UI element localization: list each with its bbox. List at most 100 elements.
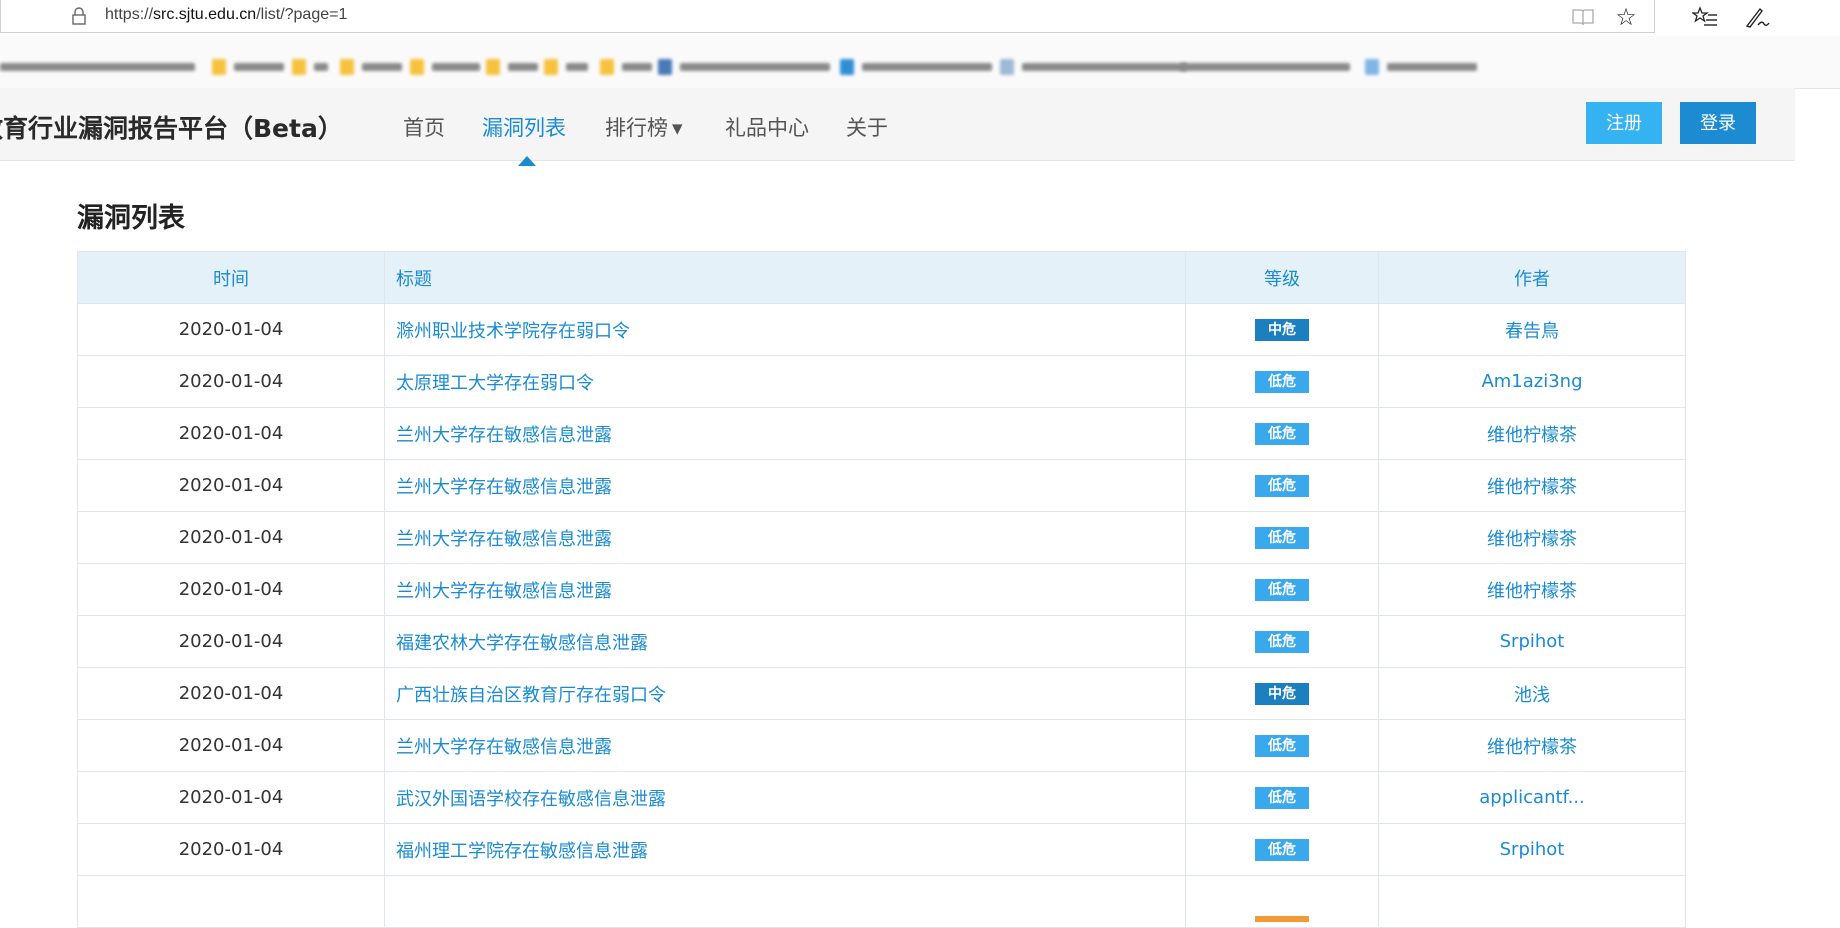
row-author-link[interactable]: Srpihot [1378,615,1686,668]
favorite-item[interactable] [340,58,402,76]
pen-icon[interactable] [1740,2,1774,32]
row-time: 2020-01-04 [77,511,385,564]
favorite-item[interactable] [1365,58,1477,76]
favorite-item[interactable] [0,58,195,76]
favorite-item[interactable] [840,58,992,76]
row-author-link[interactable]: 春告鳥 [1378,303,1686,356]
nav-vuln-list[interactable]: 漏洞列表 [482,112,566,142]
row-time: 2020-01-04 [77,719,385,772]
table-row: 2020-01-04 兰州大学存在敏感信息泄露 低危 维他柠檬茶 [77,511,1686,564]
row-author-link[interactable] [1378,875,1686,928]
table-row: 2020-01-04 兰州大学存在敏感信息泄露 低危 维他柠檬茶 [77,407,1686,460]
row-author-link[interactable]: 维他柠檬茶 [1378,459,1686,512]
site-brand[interactable]: 教育行业漏洞报告平台（Beta） [0,109,343,145]
severity-badge: 低危 [1255,631,1309,653]
nav-gift-center[interactable]: 礼品中心 [725,112,809,142]
row-author-link[interactable]: applicantf... [1378,771,1686,824]
table-row: 2020-01-04 武汉外国语学校存在敏感信息泄露 低危 applicantf... [77,771,1686,824]
severity-badge: 低危 [1255,787,1309,809]
severity-badge: 低危 [1255,735,1309,757]
favorite-item[interactable] [486,58,538,76]
row-level: 低危 [1185,459,1379,512]
row-level: 中危 [1185,667,1379,720]
login-button[interactable]: 登录 [1680,102,1756,144]
row-author-link[interactable]: 维他柠檬茶 [1378,511,1686,564]
page-title: 漏洞列表 [77,203,185,234]
row-level: 中危 [1185,303,1379,356]
table-row: 2020-01-04 广西壮族自治区教育厅存在弱口令 中危 池浅 [77,667,1686,720]
favorite-item[interactable] [1180,58,1350,76]
column-header-author: 作者 [1378,251,1686,304]
chevron-down-icon: ▾ [672,116,683,140]
row-author-link[interactable]: 维他柠檬茶 [1378,563,1686,616]
row-time [77,875,385,928]
column-header-title: 标题 [384,251,1186,304]
row-title-link[interactable]: 太原理工大学存在弱口令 [384,355,1186,408]
favorite-item[interactable] [658,58,830,76]
favorites-hub-icon[interactable] [1688,2,1722,32]
column-header-time: 时间 [77,251,385,304]
severity-badge: 低危 [1255,839,1309,861]
row-author-link[interactable]: Am1azi3ng [1378,355,1686,408]
row-author-link[interactable]: 维他柠檬茶 [1378,719,1686,772]
row-time: 2020-01-04 [77,303,385,356]
row-time: 2020-01-04 [77,823,385,876]
row-title-link[interactable]: 兰州大学存在敏感信息泄露 [384,511,1186,564]
row-title-link[interactable]: 兰州大学存在敏感信息泄露 [384,407,1186,460]
nav-ranking[interactable]: 排行榜 ▾ [605,112,683,142]
row-time: 2020-01-04 [77,667,385,720]
nav-about[interactable]: 关于 [846,112,888,142]
row-time: 2020-01-04 [77,355,385,408]
browser-toolbar: https://src.sjtu.edu.cn/list/?page=1 ☆ [0,0,1840,36]
row-level: 低危 [1185,563,1379,616]
severity-badge: 中危 [1255,683,1309,705]
favorite-item[interactable] [544,58,588,76]
table-row: 2020-01-04 兰州大学存在敏感信息泄露 低危 维他柠檬茶 [77,719,1686,772]
table-header-row: 时间 标题 等级 作者 [77,251,1686,304]
severity-badge: 低危 [1255,423,1309,445]
vulnerability-table: 时间 标题 等级 作者 2020-01-04 滁州职业技术学院存在弱口令 中危 春告鳥… [77,251,1686,928]
column-header-level: 等级 [1185,251,1379,304]
favorite-item[interactable] [1000,58,1187,76]
table-row: 2020-01-04 太原理工大学存在弱口令 低危 Am1azi3ng [77,355,1686,408]
row-time: 2020-01-04 [77,563,385,616]
url-text[interactable]: https://src.sjtu.edu.cn/list/?page=1 [105,6,347,24]
row-title-link[interactable]: 福州理工学院存在敏感信息泄露 [384,823,1186,876]
row-title-link[interactable]: 广西壮族自治区教育厅存在弱口令 [384,667,1186,720]
register-button[interactable]: 注册 [1586,102,1662,144]
row-author-link[interactable]: Srpihot [1378,823,1686,876]
row-author-link[interactable]: 维他柠檬茶 [1378,407,1686,460]
favorite-item[interactable] [292,58,328,76]
table-row: 2020-01-04 福建农林大学存在敏感信息泄露 低危 Srpihot [77,615,1686,668]
reading-view-icon[interactable] [1566,2,1600,32]
row-level: 低危 [1185,355,1379,408]
nav-ranking-label: 排行榜 [605,116,668,140]
row-author-link[interactable]: 池浅 [1378,667,1686,720]
row-title-link[interactable]: 兰州大学存在敏感信息泄露 [384,719,1186,772]
row-level: 低危 [1185,407,1379,460]
lock-icon [72,7,86,25]
row-level [1185,875,1379,928]
site-header: 教育行业漏洞报告平台（Beta） 首页 漏洞列表 排行榜 ▾ 礼品中心 关于 注册… [0,88,1795,166]
row-title-link[interactable]: 武汉外国语学校存在敏感信息泄露 [384,771,1186,824]
favorite-item[interactable] [410,58,480,76]
row-title-link[interactable]: 福建农林大学存在敏感信息泄露 [384,615,1186,668]
favorite-item[interactable] [600,58,652,76]
severity-badge: 低危 [1255,475,1309,497]
severity-badge: 中危 [1255,319,1309,341]
favorites-bar [0,36,1840,89]
row-title-link[interactable]: 兰州大学存在敏感信息泄露 [384,563,1186,616]
favorite-star-icon[interactable]: ☆ [1609,2,1643,32]
address-bar[interactable]: https://src.sjtu.edu.cn/list/?page=1 ☆ [0,0,1655,33]
table-row: 2020-01-04 兰州大学存在敏感信息泄露 低危 维他柠檬茶 [77,459,1686,512]
favorite-item[interactable] [212,58,284,76]
row-time: 2020-01-04 [77,771,385,824]
table-row: 2020-01-04 滁州职业技术学院存在弱口令 中危 春告鳥 [77,303,1686,356]
row-level: 低危 [1185,511,1379,564]
nav-home[interactable]: 首页 [403,112,445,142]
row-level: 低危 [1185,771,1379,824]
row-title-link[interactable]: 滁州职业技术学院存在弱口令 [384,303,1186,356]
row-title-link[interactable] [384,875,1186,928]
row-title-link[interactable]: 兰州大学存在敏感信息泄露 [384,459,1186,512]
table-row: 2020-01-04 福州理工学院存在敏感信息泄露 低危 Srpihot [77,823,1686,876]
